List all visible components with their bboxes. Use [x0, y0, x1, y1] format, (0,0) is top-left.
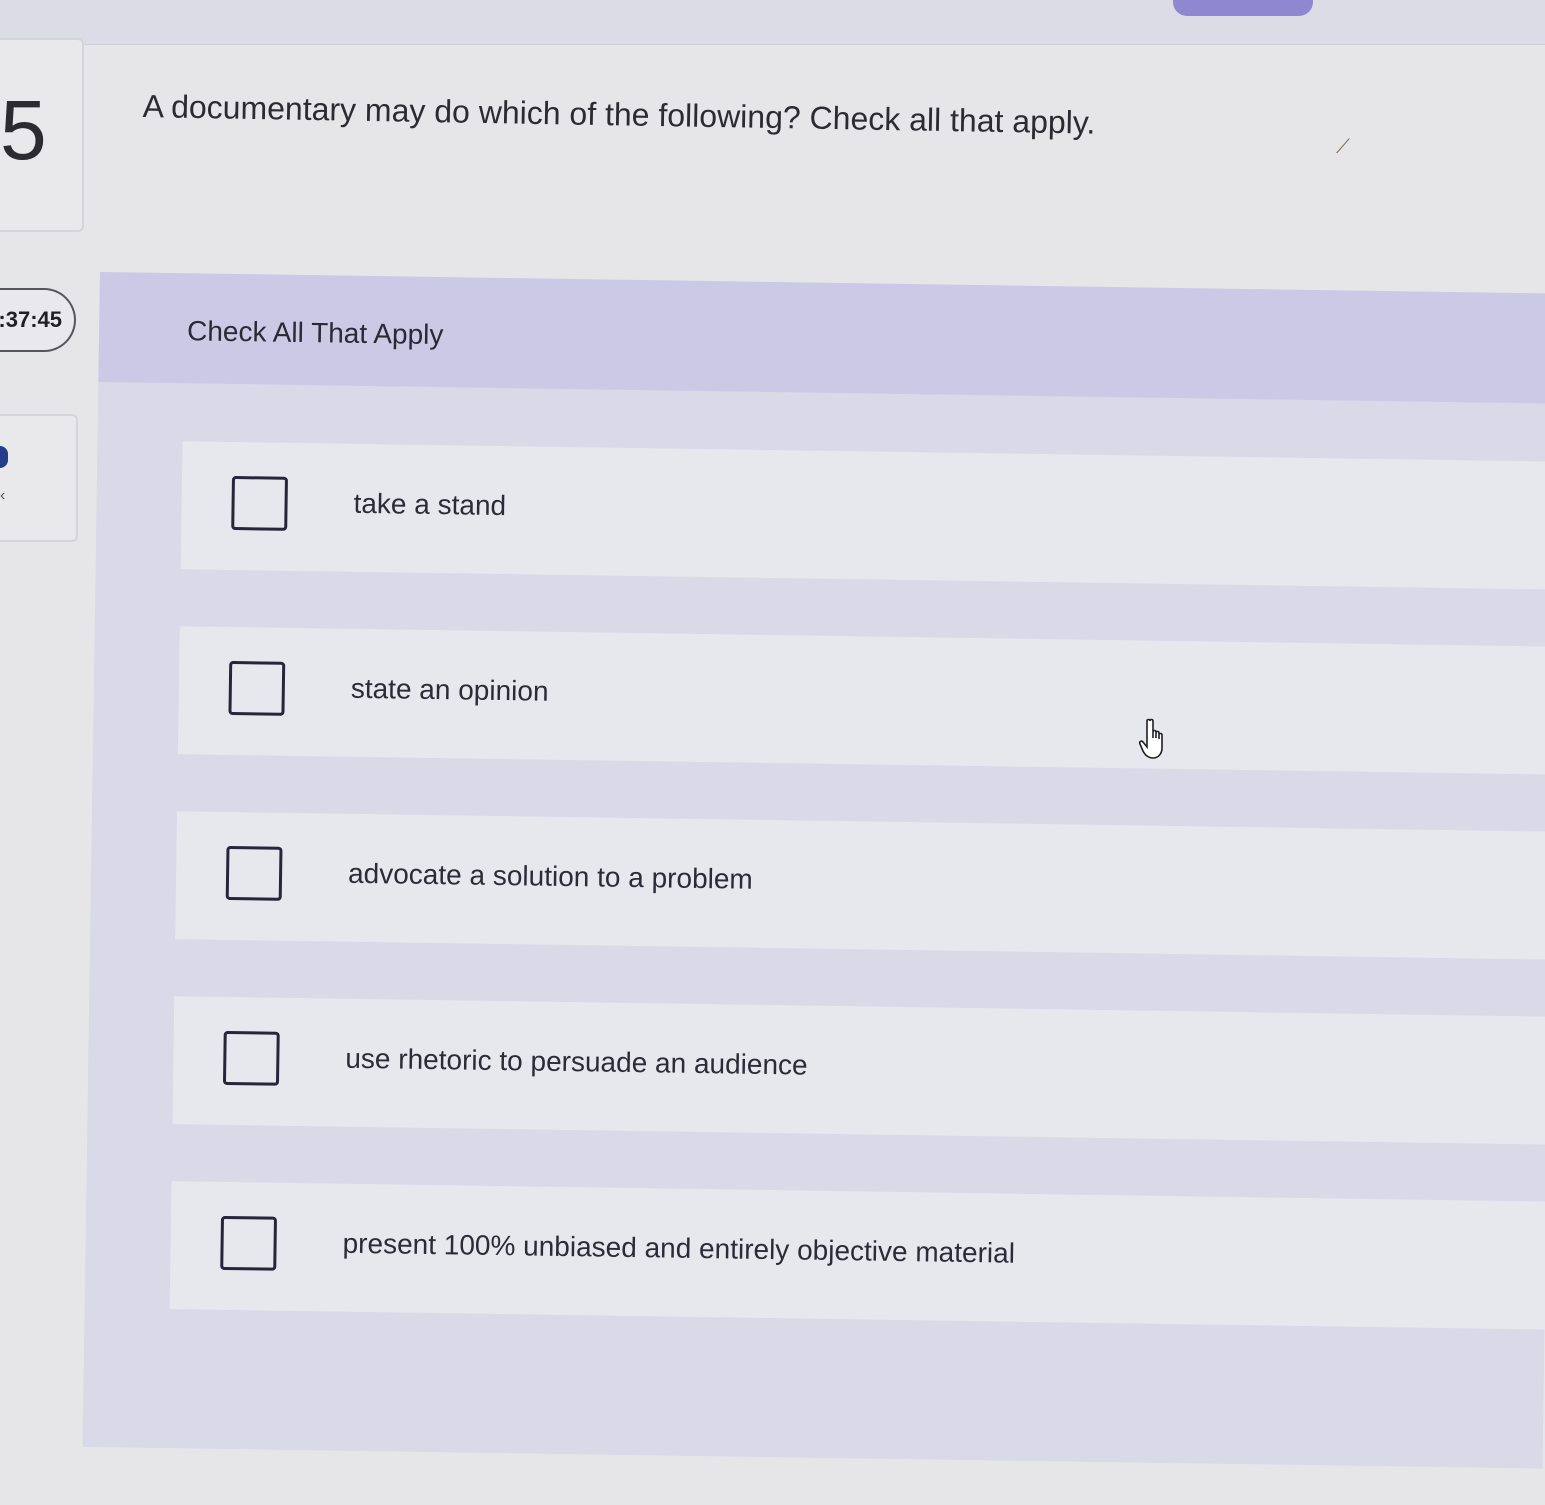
option-checkbox[interactable]: [225, 845, 283, 901]
chevron-left-icon[interactable]: ‹: [0, 487, 5, 505]
answer-option[interactable]: use rhetoric to persuade an audience: [172, 996, 1545, 1145]
hand-pointer-icon: [1138, 718, 1163, 759]
option-label: present 100% unbiased and entirely objec…: [342, 1227, 1016, 1269]
option-label: advocate a solution to a problem: [347, 857, 753, 895]
answer-option[interactable]: take a stand: [180, 441, 1545, 590]
option-checkbox[interactable]: [231, 475, 288, 531]
option-label: state an opinion: [350, 672, 549, 707]
timer-value: :37:45: [0, 307, 62, 332]
timer-badge: :37:45: [0, 288, 76, 352]
top-bar: [0, 0, 1545, 45]
top-tab-button[interactable]: [1173, 0, 1313, 16]
check-all-heading: Check All That Apply: [186, 315, 444, 351]
question-prompt: A documentary may do which of the follow…: [142, 88, 1096, 141]
side-nav-panel[interactable]: [0, 414, 78, 542]
answer-option[interactable]: state an opinion: [177, 626, 1545, 775]
option-label: use rhetoric to persuade an audience: [345, 1042, 808, 1081]
answer-option[interactable]: advocate a solution to a problem: [175, 811, 1545, 960]
answer-panel: Check All That Apply take a stand state …: [82, 272, 1545, 1469]
option-checkbox[interactable]: [220, 1215, 278, 1271]
screen-smudge: ⟋: [1336, 136, 1350, 158]
question-number: 5: [0, 83, 47, 177]
option-label: take a stand: [353, 487, 507, 522]
panel-header: Check All That Apply: [98, 272, 1545, 404]
option-checkbox[interactable]: [222, 1030, 280, 1086]
option-checkbox[interactable]: [228, 660, 286, 716]
answer-option[interactable]: present 100% unbiased and entirely objec…: [169, 1181, 1545, 1330]
